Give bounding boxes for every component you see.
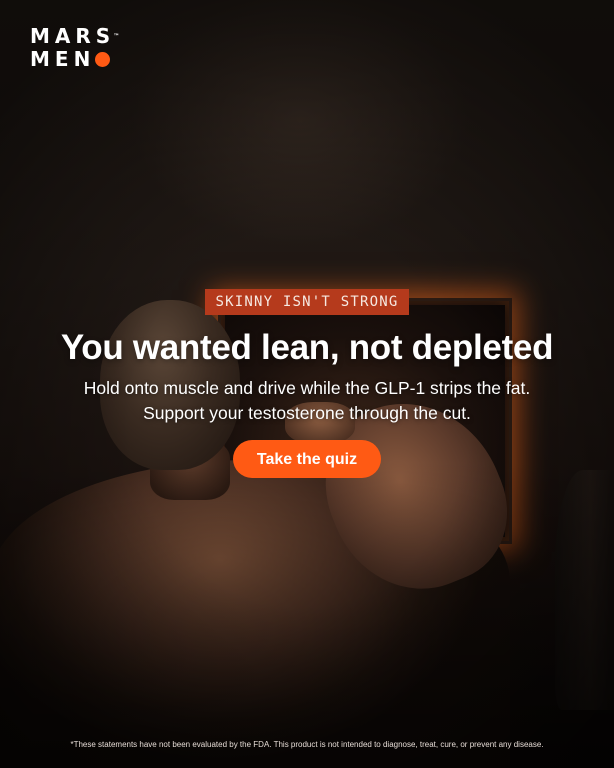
fda-disclaimer: *These statements have not been evaluate… xyxy=(70,740,544,749)
logo-dot-icon xyxy=(95,51,111,67)
trademark-symbol: ™ xyxy=(113,33,120,40)
brand-logo[interactable]: MARS ™ MEN xyxy=(30,24,119,70)
subheadline: Hold onto muscle and drive while the GLP… xyxy=(0,376,614,426)
headline: You wanted lean, not depleted xyxy=(60,328,554,367)
badge-container: SKINNY ISN'T STRONG xyxy=(0,289,614,315)
take-quiz-button[interactable]: Take the quiz xyxy=(233,440,381,478)
cta-container: Take the quiz xyxy=(0,440,614,478)
logo-word-mars: MARS xyxy=(30,24,116,48)
subheadline-line-1: Hold onto muscle and drive while the GLP… xyxy=(83,378,531,398)
tagline-badge: SKINNY ISN'T STRONG xyxy=(204,289,410,315)
logo-top-row: MARS ™ xyxy=(30,24,119,48)
subheadline-line-2: Support your testosterone through the cu… xyxy=(143,403,471,423)
ad-banner: MARS ™ MEN SKINNY ISN'T STRONG You wante… xyxy=(0,0,614,768)
logo-word-men: MEN xyxy=(30,47,96,71)
logo-bottom-row: MEN xyxy=(30,48,119,70)
